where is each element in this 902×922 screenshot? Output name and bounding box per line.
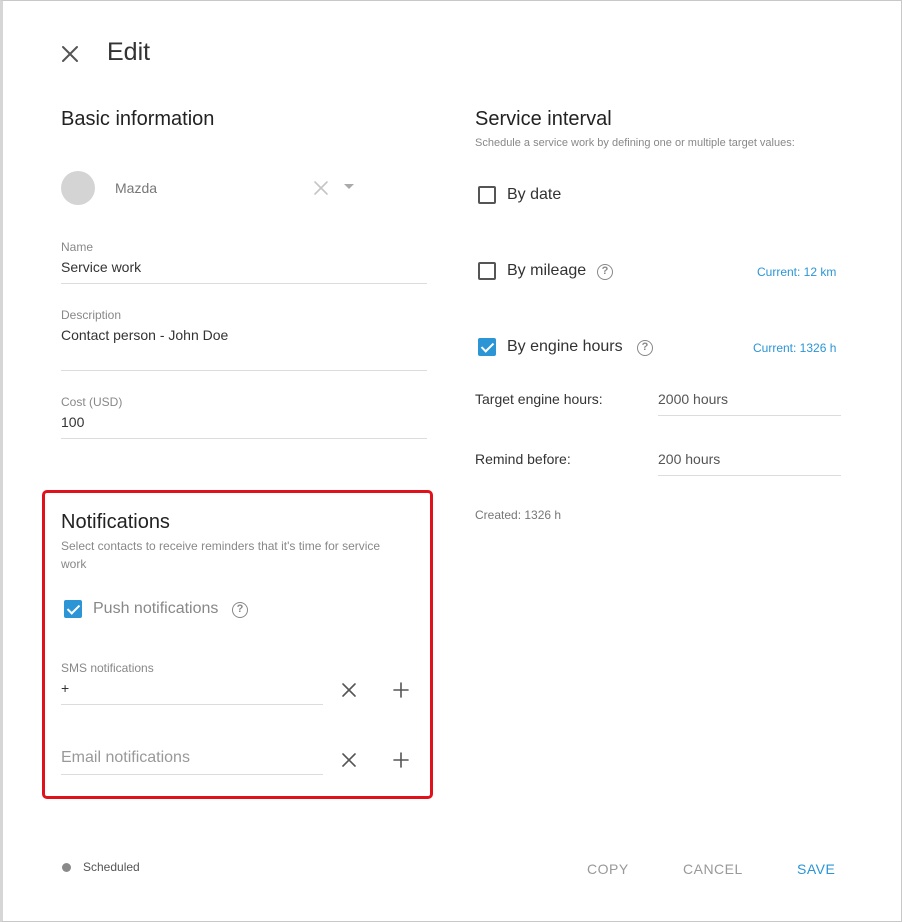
- copy-button[interactable]: COPY: [587, 861, 629, 877]
- by-date-label: By date: [507, 186, 562, 203]
- notifications-subtitle-line1: Select contacts to receive reminders tha…: [61, 539, 381, 553]
- target-engine-hours-label: Target engine hours:: [475, 391, 603, 407]
- chevron-down-icon[interactable]: [343, 183, 355, 191]
- help-icon[interactable]: ?: [597, 264, 613, 280]
- description-field-value[interactable]: Contact person - John Doe: [61, 327, 228, 343]
- name-field-value[interactable]: Service work: [61, 259, 141, 275]
- by-engine-hours-checkbox[interactable]: [478, 338, 496, 356]
- push-notifications-label: Push notifications: [93, 600, 219, 617]
- by-date-checkbox[interactable]: [478, 186, 496, 204]
- add-email-icon[interactable]: [392, 751, 410, 769]
- current-mileage: Current: 12 km: [757, 265, 837, 279]
- sms-notifications-input[interactable]: +: [61, 680, 69, 696]
- sms-notifications-label: SMS notifications: [61, 661, 154, 675]
- help-icon[interactable]: ?: [637, 340, 653, 356]
- service-interval-title: Service interval: [475, 108, 612, 130]
- status-label: Scheduled: [83, 860, 140, 874]
- cost-field-underline: [61, 438, 427, 439]
- notifications-title: Notifications: [61, 511, 170, 533]
- push-notifications-checkbox[interactable]: [64, 600, 82, 618]
- email-notifications-input[interactable]: Email notifications: [61, 749, 190, 767]
- service-interval-subtitle: Schedule a service work by defining one …: [475, 137, 795, 149]
- close-icon[interactable]: [60, 44, 80, 64]
- target-engine-hours-input[interactable]: 2000 hours: [658, 391, 728, 407]
- add-sms-icon[interactable]: [392, 681, 410, 699]
- basic-info-title: Basic information: [61, 108, 215, 130]
- remind-before-input[interactable]: 200 hours: [658, 451, 720, 467]
- clear-email-icon[interactable]: [340, 751, 358, 769]
- description-label: Description: [61, 308, 122, 322]
- created-info: Created: 1326 h: [475, 508, 562, 522]
- cost-label: Cost (USD): [61, 395, 123, 409]
- dialog-title: Edit: [107, 38, 151, 66]
- by-mileage-label: By mileage: [507, 262, 587, 279]
- by-engine-hours-label: By engine hours: [507, 338, 623, 355]
- clear-vehicle-icon[interactable]: [313, 180, 329, 196]
- clear-sms-icon[interactable]: [340, 681, 358, 699]
- cancel-button[interactable]: CANCEL: [683, 861, 743, 877]
- vehicle-select-value[interactable]: Mazda: [115, 180, 157, 196]
- current-engine-hours: Current: 1326 h: [753, 341, 837, 355]
- sms-input-underline: [61, 704, 323, 705]
- name-field-underline: [61, 283, 427, 284]
- remind-before-underline: [658, 475, 841, 476]
- remind-before-label: Remind before:: [475, 451, 571, 467]
- status-dot: [62, 863, 71, 872]
- name-label: Name: [61, 240, 94, 254]
- vehicle-avatar: [61, 171, 95, 205]
- description-field-underline: [61, 370, 427, 371]
- target-engine-hours-underline: [658, 415, 841, 416]
- by-mileage-checkbox[interactable]: [478, 262, 496, 280]
- notifications-subtitle-line2: work: [61, 557, 87, 571]
- save-button[interactable]: SAVE: [797, 861, 835, 877]
- cost-field-value[interactable]: 100: [61, 414, 84, 430]
- email-input-underline: [61, 774, 323, 775]
- help-icon[interactable]: ?: [232, 602, 248, 618]
